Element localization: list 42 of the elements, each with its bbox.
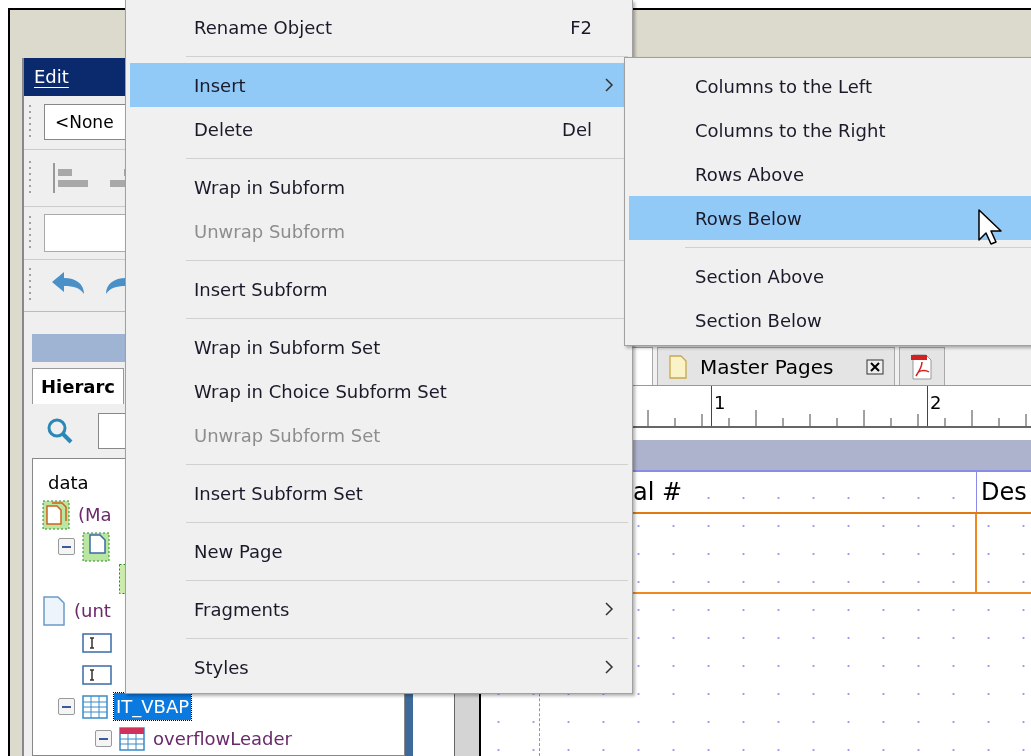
table-icon <box>119 727 145 751</box>
page-icon <box>668 354 688 379</box>
collapse-toggle[interactable] <box>57 698 75 716</box>
menu-item[interactable]: Rows Below <box>629 196 1031 240</box>
tree-item[interactable]: (unt <box>72 597 113 625</box>
close-icon[interactable] <box>865 358 884 375</box>
hierarchy-tab[interactable]: Hierarc <box>32 368 124 405</box>
menu-item[interactable]: Columns to the Right <box>629 108 1031 152</box>
menu-item[interactable]: Styles <box>130 645 628 689</box>
ruler-label: 1 <box>714 392 726 413</box>
menu-item[interactable]: Fragments <box>130 587 628 631</box>
menu-item[interactable]: Wrap in Subform <box>130 165 628 209</box>
pdf-icon <box>909 353 934 380</box>
menu-item[interactable]: Wrap in Subform Set <box>130 325 628 369</box>
menu-item[interactable]: Rename Object F2 <box>130 5 628 49</box>
chevron-right-icon <box>605 602 614 616</box>
menu-item[interactable]: Wrap in Choice Subform Set <box>130 369 628 413</box>
chevron-right-icon <box>605 660 614 674</box>
chevron-right-icon <box>605 78 614 92</box>
page-icon <box>42 596 66 626</box>
menu-item[interactable]: Rows Above <box>629 152 1031 196</box>
table-icon <box>82 695 108 719</box>
table-cell-text: Des <box>980 477 1028 508</box>
collapse-toggle[interactable] <box>57 538 75 556</box>
tree-root-label: data <box>48 471 89 496</box>
mouse-pointer-icon <box>977 208 1003 248</box>
tree-item[interactable]: IT_VBAP <box>114 693 192 721</box>
menu-item[interactable]: Insert Subform <box>130 267 628 311</box>
tree-item[interactable]: overflowLeader <box>151 725 294 753</box>
ruler-label: 2 <box>930 392 942 413</box>
pages-icon <box>42 500 70 530</box>
align-left-icon[interactable] <box>52 160 90 195</box>
edit-menu[interactable]: Edit <box>34 63 69 91</box>
menu-item[interactable]: Columns to the Left <box>629 64 1031 108</box>
search-icon[interactable] <box>46 417 74 446</box>
menu-item[interactable]: Section Below <box>629 298 1031 342</box>
menu-item[interactable]: New Page <box>130 529 628 573</box>
menu-item[interactable]: Section Above <box>629 254 1031 298</box>
collapse-toggle[interactable] <box>94 730 112 748</box>
editor-tab[interactable]: Master Pages <box>657 347 895 385</box>
editor-tab[interactable] <box>898 347 945 385</box>
tree-item[interactable]: (Ma <box>76 501 114 529</box>
